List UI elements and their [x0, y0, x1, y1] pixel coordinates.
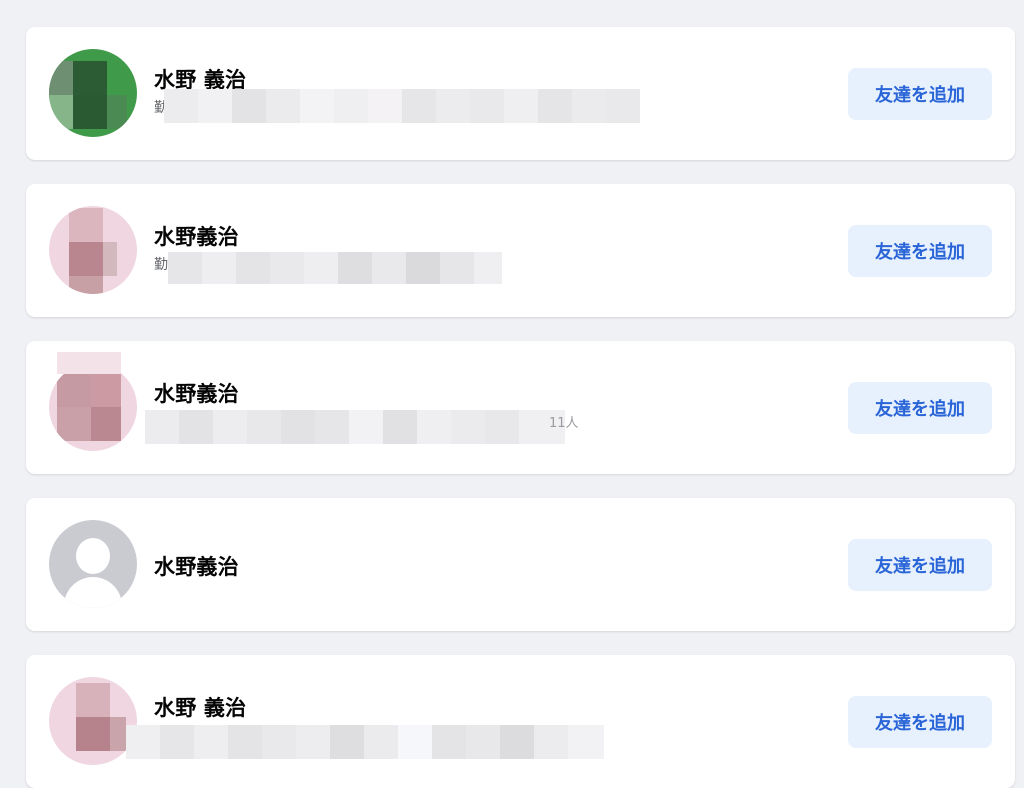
redacted-info [145, 410, 565, 444]
avatar[interactable] [49, 206, 137, 294]
mutual-friends-count: 11人 [549, 416, 579, 431]
redacted-avatar-overflow [57, 352, 121, 374]
redacted-info [164, 89, 640, 123]
add-friend-button[interactable]: 友達を追加 [848, 382, 992, 434]
avatar[interactable] [49, 677, 137, 765]
user-name[interactable]: 水野 義治 [154, 692, 246, 722]
suggestion-card[interactable]: 水野 義治 友達を追加 [26, 655, 1015, 788]
redacted-info [126, 725, 604, 759]
suggestion-card[interactable]: 水野 義治 勤 友達を追加 [26, 27, 1015, 160]
redacted-info [168, 252, 502, 284]
add-friend-button[interactable]: 友達を追加 [848, 696, 992, 748]
suggestion-card[interactable]: 水野義治 11人 友達を追加 [26, 341, 1015, 474]
mutual-info: 勤 [154, 257, 168, 273]
add-friend-button[interactable]: 友達を追加 [848, 539, 992, 591]
add-friend-button[interactable]: 友達を追加 [848, 225, 992, 277]
friend-suggestion-list: 水野 義治 勤 友達を追加 水野義治 勤 友達を追加 水野義治 11人 友達を追… [0, 0, 1024, 788]
default-avatar-icon[interactable] [49, 520, 137, 608]
user-name[interactable]: 水野義治 [154, 378, 239, 408]
avatar[interactable] [49, 363, 137, 451]
suggestion-card[interactable]: 水野義治 勤 友達を追加 [26, 184, 1015, 317]
avatar[interactable] [49, 49, 137, 137]
suggestion-card[interactable]: 水野義治 友達を追加 [26, 498, 1015, 631]
user-name[interactable]: 水野義治 [154, 221, 239, 251]
user-name[interactable]: 水野義治 [154, 551, 239, 581]
add-friend-button[interactable]: 友達を追加 [848, 68, 992, 120]
